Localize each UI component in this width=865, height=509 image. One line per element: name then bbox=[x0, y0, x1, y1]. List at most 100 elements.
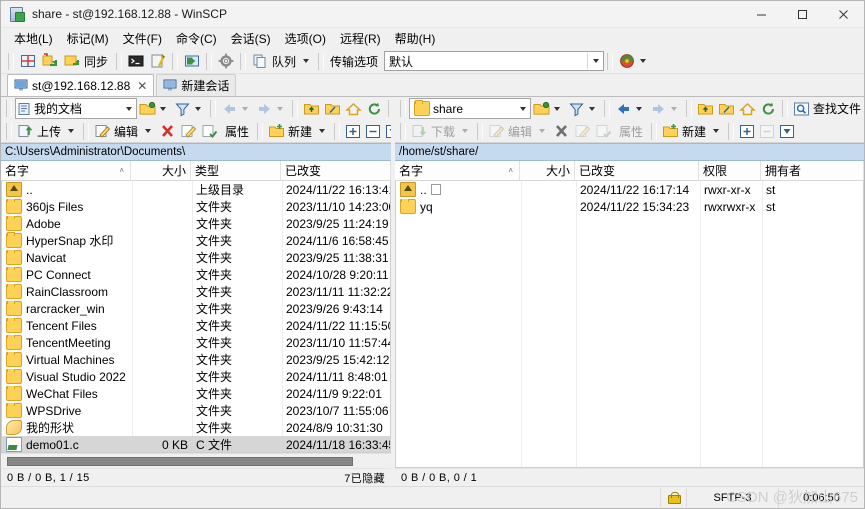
remote-filter-button[interactable] bbox=[566, 98, 601, 120]
local-properties-button[interactable]: 属性 bbox=[220, 120, 254, 142]
table-row[interactable]: Virtual Machines 文件夹 2023/9/25 15:42:12 bbox=[2, 351, 390, 368]
local-filter-caret-icon[interactable] bbox=[195, 106, 201, 111]
table-row[interactable]: yq 2024/11/22 15:34:23 rwxrwxr-x st bbox=[396, 198, 863, 215]
local-refresh-button[interactable] bbox=[364, 98, 385, 120]
remote-parent-directory-button[interactable] bbox=[695, 98, 716, 120]
remote-find-files-button[interactable]: 查找文件 bbox=[791, 98, 865, 120]
local-upload-button[interactable]: 上传 bbox=[15, 120, 80, 142]
local-new-grip[interactable] bbox=[257, 122, 264, 140]
local-location-combo[interactable]: 我的文档 bbox=[15, 98, 137, 119]
remote-new-button[interactable]: 新建 bbox=[660, 120, 725, 142]
local-parent-directory-button[interactable] bbox=[301, 98, 322, 120]
local-toolbar-grip[interactable] bbox=[6, 100, 12, 117]
local-header-type[interactable]: 类型 bbox=[191, 161, 281, 180]
transfer-preset-caret-icon[interactable] bbox=[640, 59, 647, 63]
local-custom-command-button[interactable] bbox=[199, 120, 220, 142]
local-open-dir-caret-icon[interactable] bbox=[160, 106, 166, 111]
remote-header-changed[interactable]: 已改变 bbox=[575, 161, 699, 180]
toolbar-grip-3[interactable] bbox=[172, 52, 179, 70]
remote-custom-command-button[interactable] bbox=[593, 120, 614, 142]
remote-back-button[interactable] bbox=[613, 98, 648, 120]
remote-forward-caret-icon[interactable] bbox=[671, 106, 677, 111]
open-session-button[interactable] bbox=[181, 50, 203, 72]
table-row[interactable]: Navicat 文件夹 2023/9/25 11:38:31 bbox=[2, 249, 390, 266]
toolbar-grip-7[interactable] bbox=[607, 52, 614, 70]
table-row[interactable]: Visual Studio 2022 文件夹 2024/11/11 8:48:01 bbox=[2, 368, 390, 385]
menu-options[interactable]: 选项(O) bbox=[278, 28, 333, 49]
local-rename-button[interactable] bbox=[178, 120, 199, 142]
put-files-button[interactable] bbox=[147, 50, 169, 72]
local-filter-button[interactable] bbox=[172, 98, 207, 120]
synchronize-button[interactable]: 同步 bbox=[61, 50, 113, 72]
table-row[interactable]: .. 上级目录 2024/11/22 16:13:41 bbox=[2, 181, 390, 198]
menu-remote[interactable]: 远程(R) bbox=[333, 28, 388, 49]
remote-back-caret-icon[interactable] bbox=[636, 106, 642, 111]
transfer-settings-button[interactable] bbox=[17, 50, 39, 72]
remote-rename-button[interactable] bbox=[572, 120, 593, 142]
table-row[interactable]: Adobe 文件夹 2023/9/25 11:24:19 bbox=[2, 215, 390, 232]
local-open-directory-button[interactable] bbox=[137, 98, 172, 120]
table-row[interactable]: .. 2024/11/22 16:17:14 rwxr-xr-x st bbox=[396, 181, 863, 198]
table-row[interactable]: 我的形状 文件夹 2024/8/9 10:31:30 bbox=[2, 419, 390, 436]
minimize-button[interactable] bbox=[741, 1, 782, 27]
remote-edit-grip[interactable] bbox=[477, 122, 484, 140]
remote-edit-button[interactable]: 编辑 bbox=[486, 120, 551, 142]
table-row[interactable]: HyperSnap 水印 文件夹 2024/11/6 16:58:45 bbox=[2, 232, 390, 249]
local-header-changed[interactable]: 已改变 bbox=[281, 161, 391, 180]
maximize-button[interactable] bbox=[782, 1, 823, 27]
toolbar-grip-4[interactable] bbox=[206, 52, 213, 70]
local-select-grip[interactable] bbox=[334, 122, 341, 140]
local-horizontal-scrollbar[interactable] bbox=[1, 453, 391, 468]
local-nav-grip[interactable] bbox=[210, 100, 216, 117]
remote-edit-caret-icon[interactable] bbox=[539, 129, 546, 133]
remote-find-grip[interactable] bbox=[782, 100, 788, 117]
local-upload-caret-icon[interactable] bbox=[68, 129, 75, 133]
table-row[interactable]: RainClassroom 文件夹 2023/11/11 11:32:22 bbox=[2, 283, 390, 300]
session-tab-new[interactable]: 新建会话 bbox=[156, 74, 237, 96]
table-row[interactable]: PC Connect 文件夹 2024/10/28 9:20:11 bbox=[2, 266, 390, 283]
remote-filter-caret-icon[interactable] bbox=[589, 106, 595, 111]
remote-new-caret-icon[interactable] bbox=[713, 129, 720, 133]
remote-refresh-button[interactable] bbox=[758, 98, 779, 120]
remote-unselect-button[interactable] bbox=[757, 120, 777, 142]
session-tab-close-icon[interactable]: ✕ bbox=[137, 79, 147, 93]
toolbar-grip-5[interactable] bbox=[240, 52, 247, 70]
table-row[interactable]: WeChat Files 文件夹 2024/11/9 9:22:01 bbox=[2, 385, 390, 402]
remote-nav-grip[interactable] bbox=[604, 100, 610, 117]
remote-root-directory-button[interactable] bbox=[716, 98, 737, 120]
local-home-directory-button[interactable] bbox=[343, 98, 364, 120]
remote-forward-button[interactable] bbox=[648, 98, 683, 120]
local-scroll-thumb[interactable] bbox=[7, 456, 353, 466]
local-delete-button[interactable] bbox=[157, 120, 178, 142]
remote-location-caret-icon[interactable] bbox=[516, 106, 530, 111]
toolbar-grip[interactable] bbox=[8, 52, 14, 70]
remote-header-rights[interactable]: 权限 bbox=[699, 161, 761, 180]
remote-open-directory-button[interactable] bbox=[531, 98, 566, 120]
open-terminal-button[interactable] bbox=[125, 50, 147, 72]
synchronize-browsing-button[interactable] bbox=[39, 50, 61, 72]
table-row[interactable]: rarcracker_win 文件夹 2023/9/26 9:43:14 bbox=[2, 300, 390, 317]
table-row[interactable]: WPSDrive 文件夹 2023/10/7 11:55:06 bbox=[2, 402, 390, 419]
table-row[interactable]: 360js Files 文件夹 2023/11/10 14:23:00 bbox=[2, 198, 390, 215]
menu-command[interactable]: 命令(C) bbox=[169, 28, 224, 49]
local-location-caret-icon[interactable] bbox=[122, 106, 136, 111]
local-forward-button[interactable] bbox=[254, 98, 289, 120]
remote-delete-button[interactable] bbox=[551, 120, 572, 142]
local-new-button[interactable]: 新建 bbox=[266, 120, 331, 142]
local-header-name[interactable]: 名字 ˄ bbox=[1, 161, 131, 180]
local-back-button[interactable] bbox=[219, 98, 254, 120]
preferences-gear-icon[interactable] bbox=[215, 50, 237, 72]
local-edit-button[interactable]: 编辑 bbox=[92, 120, 157, 142]
remote-header-size[interactable]: 大小 bbox=[520, 161, 575, 180]
table-row[interactable]: demo01.c 0 KB C 文件 2024/11/18 16:33:45 bbox=[2, 436, 390, 452]
remote-select-button[interactable] bbox=[737, 120, 757, 142]
remote-home-directory-button[interactable] bbox=[737, 98, 758, 120]
transfer-options-combo[interactable]: 默认 bbox=[384, 51, 605, 71]
local-file-list[interactable]: .. 上级目录 2024/11/22 16:13:41 360js Files 文件夹 2… bbox=[1, 181, 391, 453]
secure-connection-cell[interactable] bbox=[660, 488, 686, 507]
menu-file[interactable]: 文件(F) bbox=[116, 28, 169, 49]
remote-new-grip[interactable] bbox=[651, 122, 658, 140]
remote-file-list[interactable]: .. 2024/11/22 16:17:14 rwxr-xr-x st yq 2024/1… bbox=[395, 181, 864, 468]
remote-header-name[interactable]: 名字 ˄ bbox=[395, 161, 520, 180]
local-header-size[interactable]: 大小 bbox=[131, 161, 191, 180]
